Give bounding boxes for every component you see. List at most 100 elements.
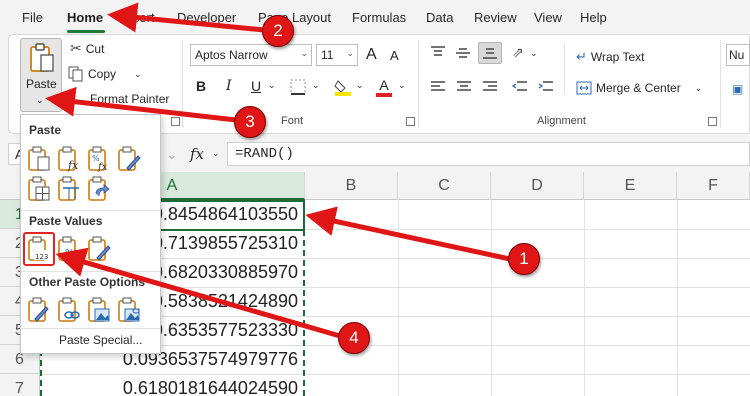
increase-indent-icon[interactable] <box>538 80 554 94</box>
chevron-down-icon[interactable]: ⌄ <box>530 48 538 59</box>
callout-badge-3: 3 <box>234 106 266 138</box>
other-paste-options-header: Other Paste Options <box>29 275 146 289</box>
gridline <box>398 200 399 396</box>
active-tab-indicator <box>67 30 105 33</box>
chevron-down-icon[interactable]: ⌄ <box>312 80 320 91</box>
merge-center-label: Merge & Center <box>596 81 681 95</box>
decrease-indent-icon[interactable] <box>512 80 528 94</box>
middle-align-icon[interactable] <box>455 46 471 60</box>
shrink-font-icon[interactable]: A <box>390 48 399 63</box>
chevron-down-icon[interactable]: ⌄ <box>134 69 142 80</box>
no-borders-icon[interactable] <box>27 176 51 202</box>
clipboard-launcher-icon[interactable] <box>171 117 180 126</box>
callout-badge-1: 1 <box>508 243 540 275</box>
values-source-formatting-icon[interactable] <box>87 236 111 262</box>
align-left-icon[interactable] <box>430 80 446 94</box>
tab-file[interactable]: File <box>22 10 43 25</box>
format-painter-label: Format Painter <box>90 92 170 106</box>
chevron-down-icon: ⌄ <box>300 48 308 58</box>
column-header-f[interactable]: F <box>677 172 750 200</box>
chevron-down-icon: ⌄ <box>346 48 354 58</box>
borders-icon[interactable] <box>290 79 308 95</box>
alignment-group-label: Alignment <box>537 115 586 127</box>
paste-special-menu-item[interactable]: Paste Special... <box>59 333 142 347</box>
fill-color-icon[interactable] <box>334 78 352 96</box>
bold-button[interactable]: B <box>196 78 206 94</box>
tab-formulas[interactable]: Formulas <box>352 10 406 25</box>
tab-help[interactable]: Help <box>580 10 607 25</box>
wrap-text-button[interactable]: ↵ Wrap Text <box>576 49 644 65</box>
paste-button[interactable]: Paste ⌄ <box>20 38 62 112</box>
paste-formulas-number-format-icon[interactable]: %fx <box>87 146 111 172</box>
column-header-d[interactable]: D <box>491 172 584 200</box>
chevron-down-icon[interactable]: ⌄ <box>212 148 220 159</box>
underline-button[interactable]: U <box>251 78 261 94</box>
copy-button[interactable]: Copy ⌄ <box>68 66 142 82</box>
formula-input[interactable]: =RAND() <box>227 142 750 166</box>
column-header-e[interactable]: E <box>584 172 677 200</box>
tab-review[interactable]: Review <box>474 10 517 25</box>
chevron-down-icon[interactable]: ⌄ <box>398 80 406 91</box>
svg-text:%: % <box>65 248 75 259</box>
bottom-align-button[interactable] <box>478 42 502 64</box>
cut-label: Cut <box>85 41 105 56</box>
clipboard-icon <box>30 43 54 72</box>
formatting-icon[interactable] <box>27 297 51 323</box>
alignment-launcher-icon[interactable] <box>708 117 717 126</box>
number-format-box[interactable]: Nu <box>726 44 750 66</box>
orientation-icon[interactable]: ⇗ <box>512 44 524 61</box>
font-name-box[interactable]: Aptos Narrow ⌄ <box>190 44 312 66</box>
keep-source-formatting-icon[interactable] <box>117 146 141 172</box>
top-align-icon[interactable] <box>430 46 446 60</box>
divider <box>418 40 419 128</box>
font-name-value: Aptos Narrow <box>195 48 268 62</box>
format-painter-button[interactable]: Format Painter <box>70 92 169 106</box>
chevron-down-icon[interactable]: ⌄ <box>268 80 276 91</box>
copy-label: Copy <box>88 67 117 81</box>
font-size-box[interactable]: 11 ⌄ <box>316 44 358 66</box>
font-group-label: Font <box>281 115 304 127</box>
tab-data[interactable]: Data <box>426 10 453 25</box>
divider <box>21 271 160 272</box>
row-header-7[interactable]: 7 <box>0 374 40 396</box>
picture-icon[interactable] <box>87 297 111 323</box>
column-header-b[interactable]: B <box>305 172 398 200</box>
insert-function-icon[interactable]: fx <box>190 145 204 163</box>
font-size-value: 11 <box>321 48 334 62</box>
gridline <box>584 200 585 396</box>
tab-home[interactable]: Home <box>67 10 103 25</box>
grow-font-icon[interactable]: A <box>366 46 377 64</box>
callout-badge-2: 2 <box>262 15 294 47</box>
values-number-format-icon[interactable]: % <box>57 236 81 262</box>
chevron-down-icon[interactable]: ⌄ <box>166 146 178 163</box>
callout-badge-4: 4 <box>338 322 370 354</box>
chevron-down-icon[interactable]: ⌄ <box>356 80 364 91</box>
gridline <box>491 200 492 396</box>
accounting-format-icon[interactable]: ▣ <box>732 82 743 96</box>
transpose-icon[interactable] <box>87 176 111 202</box>
align-right-icon[interactable] <box>482 80 498 94</box>
divider <box>720 40 721 128</box>
copy-icon <box>68 66 83 82</box>
font-launcher-icon[interactable] <box>406 117 415 126</box>
merge-center-button[interactable]: Merge & Center ⌄ <box>576 81 702 95</box>
font-color-button[interactable]: A <box>376 77 392 97</box>
wrap-text-icon: ↵ <box>576 49 587 64</box>
chevron-down-icon[interactable]: ⌄ <box>36 95 44 106</box>
paste-link-icon[interactable] <box>57 297 81 323</box>
tab-developer[interactable]: Developer <box>177 10 236 25</box>
linked-picture-icon[interactable] <box>117 297 141 323</box>
keep-column-widths-icon[interactable] <box>57 176 81 202</box>
gridline <box>677 200 678 396</box>
tab-insert[interactable]: Insert <box>122 10 155 25</box>
font-color-swatch <box>376 93 392 97</box>
column-header-c[interactable]: C <box>398 172 491 200</box>
chevron-down-icon[interactable]: ⌄ <box>695 83 703 94</box>
tab-view[interactable]: View <box>534 10 562 25</box>
paste-icon[interactable] <box>27 146 51 172</box>
cut-button[interactable]: ✂ Cut <box>70 40 104 57</box>
paste-values-highlight <box>23 232 55 266</box>
align-center-icon[interactable] <box>456 80 472 94</box>
paste-formulas-icon[interactable]: fx <box>57 146 81 172</box>
italic-button[interactable]: I <box>226 78 232 94</box>
